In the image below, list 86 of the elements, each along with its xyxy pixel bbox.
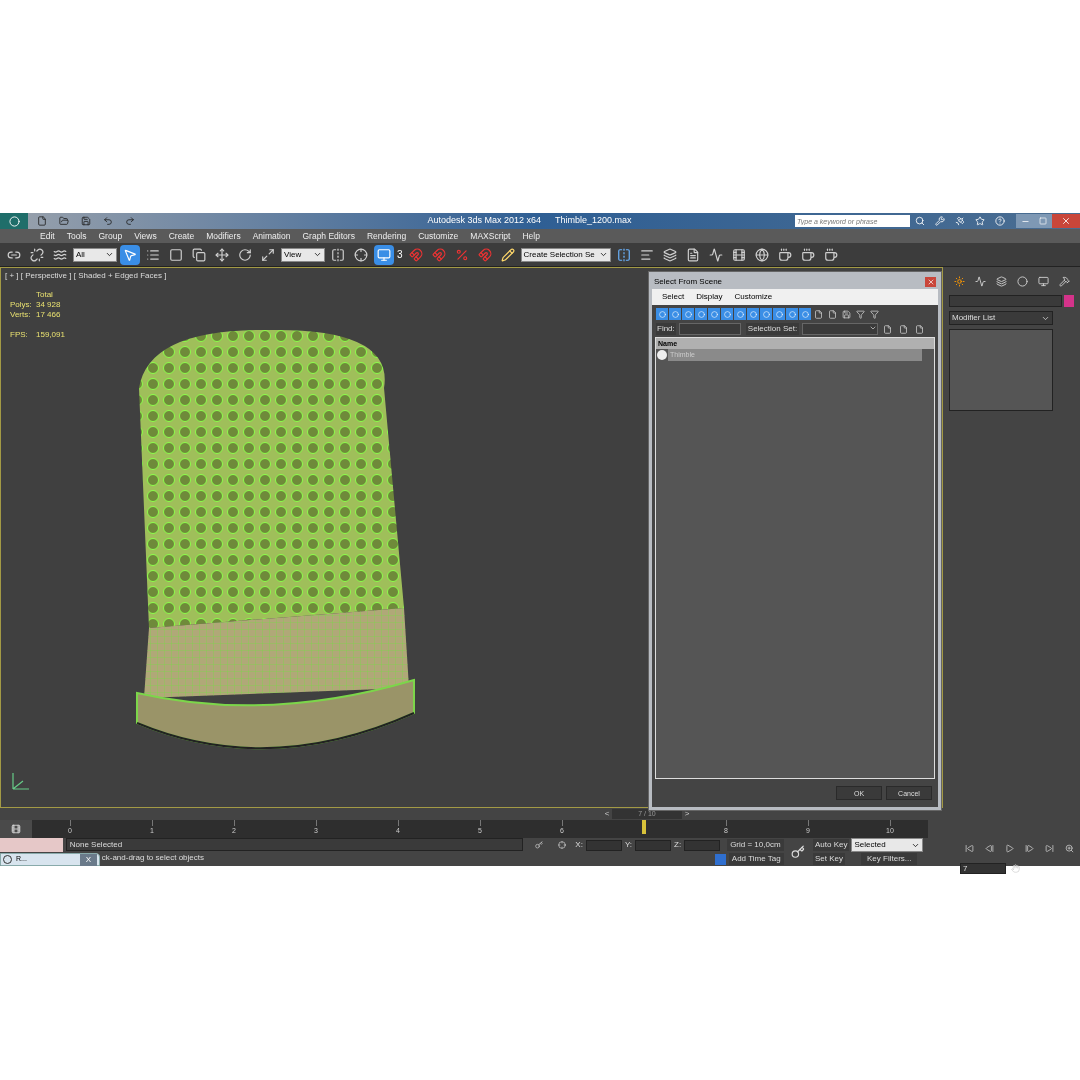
close-icon [1061, 216, 1071, 226]
filter-icon[interactable] [854, 307, 867, 321]
menu-item[interactable]: Customize [412, 229, 465, 243]
menu-item[interactable]: Views [128, 229, 163, 243]
filter-toggle[interactable] [669, 308, 681, 320]
stats-header: Total [36, 290, 54, 300]
menu-item[interactable]: Create [162, 229, 201, 243]
filter-toggle[interactable] [799, 308, 811, 320]
taskbar-close-button[interactable]: X [79, 853, 97, 866]
document-icon[interactable] [812, 307, 825, 321]
object-color-swatch[interactable] [1064, 295, 1074, 307]
selection-filter-dropdown[interactable]: All [73, 247, 117, 262]
object-name-field[interactable] [949, 295, 1062, 307]
selection-set-field[interactable] [802, 323, 879, 335]
maxscript-listener-field[interactable] [0, 838, 63, 852]
caret-icon [598, 250, 608, 259]
prompt-line: ck-and-drag to select objects [101, 852, 204, 864]
dialog-close-button[interactable] [925, 277, 936, 287]
stats-label: Polys: [10, 300, 33, 310]
caret-icon [105, 250, 114, 259]
coordinate-field[interactable] [635, 839, 672, 851]
find-field[interactable] [678, 323, 741, 335]
snap-toggle[interactable]: 3 [397, 247, 403, 262]
caret-icon [869, 324, 878, 332]
find-label: Find: [656, 323, 676, 335]
filter-toggle[interactable] [708, 308, 720, 320]
coordinate-field[interactable] [585, 839, 622, 851]
menu-item[interactable]: MAXScript [464, 229, 517, 243]
stats-value: 34 928 [36, 300, 62, 310]
modifier-list-dropdown[interactable]: Modifier List [949, 311, 1053, 325]
fps-value: 159,091 [36, 330, 65, 340]
window-title: Autodesk 3ds Max 2012 x64 [427, 214, 541, 228]
select-object-icon[interactable] [120, 244, 140, 265]
reference-coordinate-dropdown[interactable]: View [281, 247, 325, 262]
filter-toggle[interactable] [656, 308, 668, 320]
filter-toggle[interactable] [786, 308, 798, 320]
modifier-stack[interactable] [949, 329, 1053, 411]
menu-item[interactable]: Rendering [360, 229, 413, 243]
filter-toggle[interactable] [747, 308, 759, 320]
menu-item[interactable]: Modifiers [200, 229, 247, 243]
key-icon [791, 845, 806, 859]
viewport-label: [ + ] [ Perspective ] [ Shaded + Edged Faces ] [5, 270, 167, 282]
dialog-menu-item[interactable]: Select [658, 291, 689, 303]
document-icon[interactable] [826, 307, 839, 321]
filter-toggle[interactable] [721, 308, 733, 320]
previous-frame-button[interactable]: < [602, 808, 612, 820]
dialog-menu-item[interactable]: Customize [730, 291, 777, 303]
stats-value: 17 466 [36, 310, 62, 320]
stats-label: Verts: [10, 310, 32, 320]
app-logo-icon[interactable] [0, 213, 28, 229]
filter-toggle[interactable] [773, 308, 785, 320]
close-button[interactable] [1052, 214, 1080, 228]
caret-icon [313, 250, 322, 259]
file-name: Thimble_1200.max [555, 214, 632, 228]
grid-size: Grid = 10,0cm [727, 839, 784, 851]
key-mode-dropdown[interactable]: Selected [851, 838, 924, 852]
filter-icon[interactable] [868, 307, 881, 321]
dialog-title: Select From Scene [654, 276, 723, 288]
key-filters-button[interactable]: Key Filters... [861, 853, 918, 865]
maximize-icon [1039, 217, 1047, 225]
menu-item[interactable]: Edit [34, 229, 61, 243]
filter-toggle[interactable] [760, 308, 772, 320]
selection-status: None Selected [65, 838, 524, 851]
filter-toggle[interactable] [682, 308, 694, 320]
selection-set-label: Selection Set: [745, 323, 800, 335]
menu-item[interactable]: Graph Editors [296, 229, 361, 243]
frame-field[interactable]: 7 [960, 862, 1006, 874]
named-selection-dropdown[interactable]: Create Selection Se [520, 247, 611, 262]
fps-label: FPS: [10, 330, 29, 340]
object-icon [657, 350, 667, 360]
menu-item[interactable]: Help [516, 229, 546, 243]
menu-item[interactable]: Group [92, 229, 129, 243]
filter-toggle[interactable] [734, 308, 746, 320]
auto-key-button[interactable]: Auto Key [813, 839, 850, 851]
set-key-button[interactable]: Set Key [813, 853, 845, 865]
coordinate-field[interactable] [684, 839, 721, 851]
time-marker[interactable] [642, 820, 646, 834]
dialog-menu-item[interactable]: Display [692, 291, 727, 303]
menu-item[interactable]: Tools [60, 229, 93, 243]
coordinate-label: Y: [624, 839, 633, 851]
coordinate-label: X: [575, 839, 583, 851]
filter-toggle[interactable] [695, 308, 707, 320]
next-frame-button[interactable]: > [682, 808, 692, 820]
menu-item[interactable]: Animation [246, 229, 297, 243]
coordinate-label: Z: [674, 839, 682, 851]
add-time-tag-button[interactable]: Add Time Tag [728, 853, 784, 865]
